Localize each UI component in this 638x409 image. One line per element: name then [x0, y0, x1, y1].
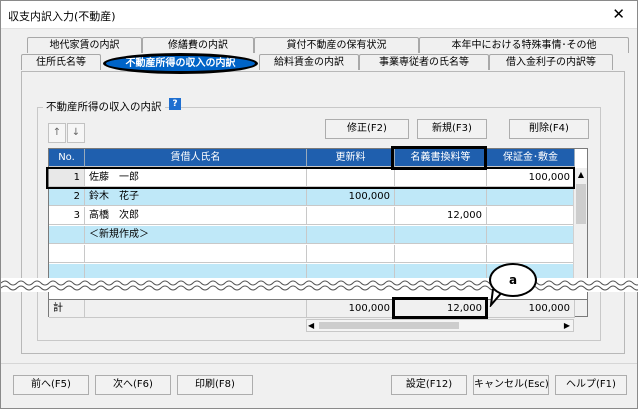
tenant-name-cell[interactable]: 鈴木 花子 — [85, 188, 307, 206]
new-entry-cell[interactable]: ＜新規作成＞ — [85, 226, 307, 244]
delete-button[interactable]: 削除(F4) — [509, 119, 589, 139]
tenant-name-cell[interactable]: 高橋 次郎 — [85, 207, 307, 225]
renewal-fee-cell[interactable] — [307, 226, 395, 244]
deposit-cell[interactable] — [487, 188, 575, 206]
renewal-fee-cell[interactable] — [307, 207, 395, 225]
group-label: 不動産所得の収入の内訳 — [43, 99, 165, 114]
next-button[interactable]: 次へ(F6) — [95, 375, 171, 395]
help-question-icon[interactable]: ? — [169, 98, 181, 110]
omission-wave-divider — [1, 278, 638, 292]
tab-row-front: 住所氏名等 不動産所得の収入の内訳 給料賃金の内訳 事業専従者の氏名等 借入金利… — [21, 53, 631, 74]
col-header-deposit[interactable]: 保証金･敷金 — [487, 149, 575, 167]
deposit-cell[interactable] — [487, 226, 575, 244]
transfer-fee-header-highlight — [391, 146, 487, 170]
tab-salary-breakdown[interactable]: 給料賃金の内訳 — [259, 54, 359, 70]
help-button[interactable]: ヘルプ(F1) — [555, 375, 627, 395]
close-icon[interactable]: ✕ — [612, 5, 625, 23]
tab-loan-interest-breakdown[interactable]: 借入金利子の内訳等 — [489, 54, 613, 70]
transfer-fee-cell[interactable] — [395, 226, 487, 244]
horizontal-scrollbar[interactable]: ◀ ▶ — [306, 319, 574, 332]
empty-cell — [85, 245, 307, 263]
new-button[interactable]: 新規(F3) — [417, 119, 487, 139]
total-renewal-fee: 100,000 — [307, 300, 395, 318]
empty-cell — [307, 245, 395, 263]
tab-address-name[interactable]: 住所氏名等 — [21, 54, 101, 70]
col-header-tenant[interactable]: 賃借人氏名 — [85, 149, 307, 167]
totals-label: 計 — [49, 300, 85, 318]
empty-cell — [395, 245, 487, 263]
scroll-thumb[interactable] — [576, 184, 586, 224]
vertical-scrollbar[interactable]: ▲ — [573, 168, 587, 278]
callout-a: a — [489, 263, 537, 297]
hscroll-thumb[interactable] — [319, 322, 459, 329]
selected-row-outline — [46, 167, 575, 189]
row-number — [49, 245, 85, 263]
window-title: 収支内訳入力(不動産) — [8, 10, 116, 23]
previous-button[interactable]: 前へ(F5) — [13, 375, 89, 395]
renewal-fee-cell[interactable]: 100,000 — [307, 188, 395, 206]
tab-rental-property-holdings[interactable]: 貸付不動産の保有状況 — [254, 37, 419, 53]
tab-special-circumstances[interactable]: 本年中における特殊事情･その他 — [419, 37, 629, 53]
scroll-right-icon[interactable]: ▶ — [564, 320, 570, 331]
tab-rent-breakdown[interactable]: 地代家賃の内訳 — [27, 37, 142, 53]
print-button[interactable]: 印刷(F8) — [177, 375, 253, 395]
totals-blank — [85, 300, 307, 318]
dialog-window: 収支内訳入力(不動産) ✕ 地代家賃の内訳 修繕費の内訳 貸付不動産の保有状況 … — [0, 0, 638, 409]
move-up-button[interactable]: ↑ — [48, 123, 66, 143]
tab-row-back: 地代家賃の内訳 修繕費の内訳 貸付不動産の保有状況 本年中における特殊事情･その… — [27, 37, 631, 53]
tab-repair-breakdown[interactable]: 修繕費の内訳 — [142, 37, 254, 53]
col-header-renewal-fee[interactable]: 更新料 — [307, 149, 395, 167]
transfer-fee-cell[interactable] — [395, 188, 487, 206]
scroll-left-icon[interactable]: ◀ — [308, 320, 314, 331]
total-transfer-fee-highlight — [392, 297, 488, 319]
edit-button[interactable]: 修正(F2) — [325, 119, 409, 139]
row-number[interactable]: 2 — [49, 188, 85, 206]
tab-family-employee-names[interactable]: 事業専従者の氏名等 — [359, 54, 489, 70]
scroll-up-icon[interactable]: ▲ — [574, 168, 588, 182]
deposit-cell[interactable] — [487, 207, 575, 225]
title-bar: 収支内訳入力(不動産) ✕ — [1, 1, 637, 29]
settings-button[interactable]: 設定(F12) — [391, 375, 467, 395]
transfer-fee-cell[interactable]: 12,000 — [395, 207, 487, 225]
col-header-no[interactable]: No. — [49, 149, 85, 167]
empty-cell — [487, 245, 575, 263]
row-number[interactable]: 3 — [49, 207, 85, 225]
tab-real-estate-income-breakdown[interactable]: 不動産所得の収入の内訳 — [103, 53, 258, 74]
cancel-button[interactable]: キャンセル(Esc) — [473, 375, 549, 395]
row-number[interactable] — [49, 226, 85, 244]
footer-separator — [1, 363, 637, 364]
move-down-button[interactable]: ↓ — [67, 123, 85, 143]
